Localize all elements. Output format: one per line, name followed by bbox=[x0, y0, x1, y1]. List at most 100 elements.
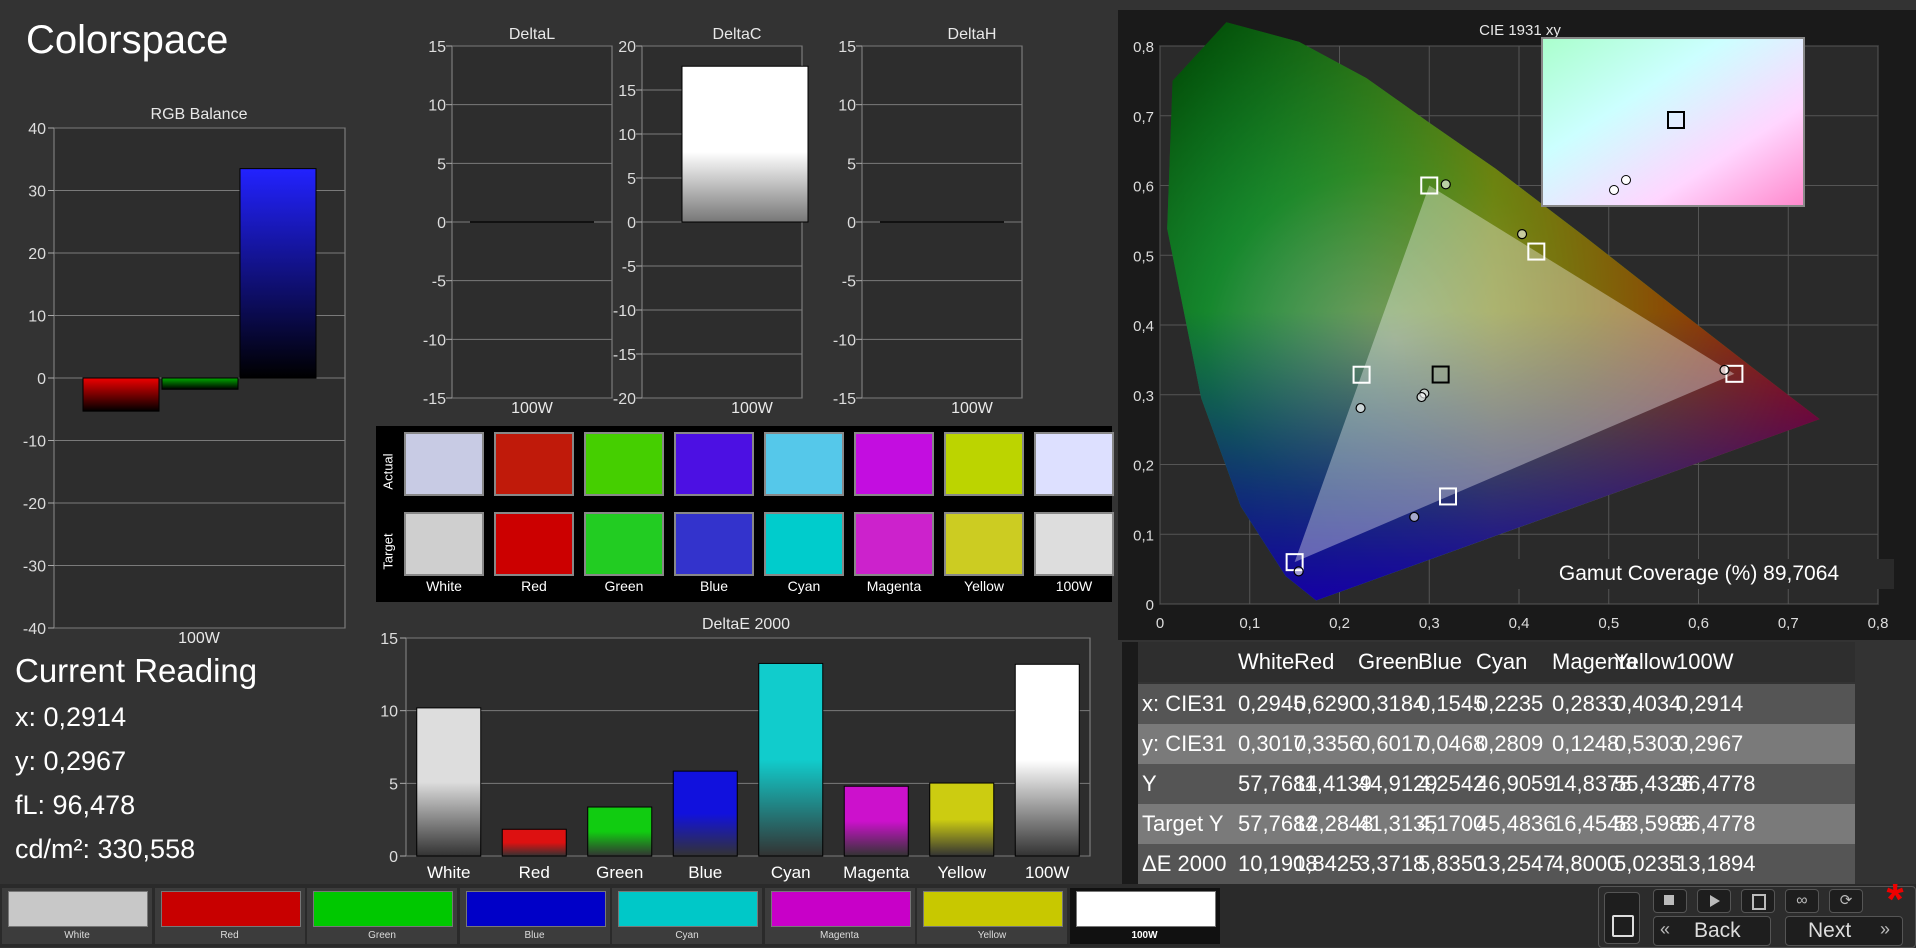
patch-tab-swatch bbox=[313, 891, 453, 927]
patch-tab-yellow[interactable]: Yellow bbox=[917, 888, 1067, 944]
table-row: ΔE 2000 10,1908 1,8425 3,3718 5,8350 13,2547 4… bbox=[1122, 844, 1855, 884]
row-label: x: CIE31 bbox=[1142, 691, 1227, 716]
next-button[interactable]: Next » bbox=[1785, 916, 1903, 946]
inset-actual-marker bbox=[1609, 185, 1619, 195]
delta-tick-label: 20 bbox=[618, 39, 636, 56]
swatch-label: White bbox=[426, 578, 462, 594]
play-button[interactable] bbox=[1697, 889, 1731, 913]
table-cell: 0,2833 bbox=[1552, 691, 1620, 716]
patch-tab-magenta[interactable]: Magenta bbox=[764, 888, 915, 944]
table-cell: 96,4778 bbox=[1676, 771, 1756, 796]
cie-x-tick-label: 0,1 bbox=[1239, 615, 1260, 632]
table-cell: 0,6290 bbox=[1294, 691, 1362, 716]
table-cell: 0,2809 bbox=[1476, 731, 1544, 756]
target-swatch bbox=[674, 512, 754, 576]
target-swatch bbox=[854, 512, 934, 576]
swatch-label: 100W bbox=[1055, 578, 1093, 594]
deltae-bar bbox=[587, 806, 653, 857]
cie-x-tick-label: 0,5 bbox=[1598, 615, 1619, 632]
table-cell: 3,3718 bbox=[1358, 851, 1426, 876]
deltae-tick-label: 15 bbox=[380, 631, 398, 648]
patch-tab-blue[interactable]: Blue bbox=[459, 888, 610, 944]
patch-tab-swatch bbox=[1075, 891, 1216, 927]
delta-tick-label: -5 bbox=[432, 274, 446, 291]
next-label: Next bbox=[1808, 919, 1852, 942]
deltae-bar bbox=[929, 782, 995, 857]
swatch-label: Yellow bbox=[964, 578, 1004, 594]
swatch-column: Red bbox=[494, 426, 576, 602]
back-button[interactable]: « Back bbox=[1653, 916, 1771, 946]
rgb-tick-label: -10 bbox=[23, 434, 46, 451]
inset-actual-marker bbox=[1621, 175, 1631, 185]
current-reading-heading: Current Reading bbox=[15, 652, 258, 689]
table-cell: 1,8425 bbox=[1294, 851, 1362, 876]
swatch-label: Green bbox=[604, 578, 644, 594]
rgb-tick-label: 0 bbox=[37, 371, 46, 388]
save-button[interactable] bbox=[1741, 889, 1775, 913]
loop-button[interactable]: ∞ bbox=[1785, 889, 1819, 913]
table-cell: 13,1894 bbox=[1676, 851, 1756, 876]
deltae-category-label: Cyan bbox=[771, 863, 811, 882]
row-label: Target Y bbox=[1142, 811, 1224, 836]
refresh-button[interactable]: ⟳ bbox=[1829, 889, 1863, 913]
actual-marker bbox=[1416, 391, 1427, 403]
asterisk-icon[interactable]: * bbox=[1878, 878, 1912, 922]
cie-y-tick-label: 0,8 bbox=[1133, 39, 1154, 56]
patch-tab-green[interactable]: Green bbox=[307, 888, 457, 944]
cie-inset bbox=[1541, 37, 1805, 207]
page-title: Colorspace bbox=[26, 18, 229, 62]
cie-y-tick-label: 0,3 bbox=[1133, 388, 1154, 405]
rgb-tick-label: 10 bbox=[28, 309, 46, 326]
delta-charts: 15 10 5 0 -5 -10 -15 20 15 10 5 0 -5 -10 -15 -20 15 10 5 0 -… bbox=[423, 39, 1023, 408]
rgb-tick-label: 40 bbox=[28, 121, 46, 138]
delta-tick-label: -10 bbox=[423, 332, 446, 349]
deltac-xlabel: 100W bbox=[731, 400, 773, 417]
delta-tick-label: 5 bbox=[847, 156, 856, 173]
patch-tab-100w[interactable]: 100W bbox=[1069, 888, 1220, 944]
gamut-coverage: Gamut Coverage (%) 89,7064 bbox=[1504, 559, 1894, 589]
patch-tab-white[interactable]: White bbox=[2, 888, 152, 944]
table-cell: 0,3356 bbox=[1294, 731, 1362, 756]
table-cell: 13,2547 bbox=[1476, 851, 1556, 876]
actual-swatch bbox=[404, 432, 484, 496]
swatch-column: Cyan bbox=[764, 426, 846, 602]
target-swatch bbox=[1034, 512, 1114, 576]
cie-x-tick-label: 0,7 bbox=[1778, 615, 1799, 632]
stop-toggle-button[interactable] bbox=[1604, 892, 1640, 944]
deltae-category-label: Red bbox=[519, 863, 550, 882]
swatch-label: Blue bbox=[699, 578, 729, 594]
patch-tab-swatch bbox=[8, 891, 148, 927]
infinity-icon: ∞ bbox=[1796, 892, 1808, 909]
patch-tab-swatch bbox=[923, 891, 1063, 927]
table-cell: 0,2235 bbox=[1476, 691, 1544, 716]
deltae-category-label: 100W bbox=[1025, 863, 1069, 882]
reading-fl: fL: 96,478 bbox=[15, 790, 136, 820]
patch-tab-cyan[interactable]: Cyan bbox=[612, 888, 762, 944]
cie-x-tick-label: 0,4 bbox=[1509, 615, 1530, 632]
deltae-bar bbox=[672, 770, 738, 857]
table-row: x: CIE31 0,2945 0,6290 0,3184 0,1545 0,2235 0,… bbox=[1122, 684, 1855, 724]
deltae-bar bbox=[843, 785, 909, 857]
swatch-column: Green bbox=[584, 426, 666, 602]
back-label: Back bbox=[1694, 919, 1741, 942]
rgb-balance-chart: 40 30 20 10 0 -10 -20 -30 -40 bbox=[23, 121, 346, 638]
cie-y-tick-label: 0,2 bbox=[1133, 458, 1154, 475]
actual-marker bbox=[1719, 364, 1730, 376]
target-swatch bbox=[944, 512, 1024, 576]
cie-y-tick-label: 0,5 bbox=[1133, 248, 1154, 265]
patch-tab-swatch bbox=[160, 891, 301, 927]
delta-tick-label: 5 bbox=[627, 171, 636, 188]
delta-tick-label: 10 bbox=[838, 98, 856, 115]
delta-tick-label: 5 bbox=[437, 156, 446, 173]
delta-tick-label: 10 bbox=[428, 98, 446, 115]
cie-y-tick-label: 0,6 bbox=[1133, 179, 1154, 196]
deltae-category-label: Yellow bbox=[937, 863, 986, 882]
patch-tab-red[interactable]: Red bbox=[154, 888, 305, 944]
target-swatch bbox=[584, 512, 664, 576]
swatch-label: Cyan bbox=[787, 578, 821, 594]
target-row-label: Target bbox=[380, 533, 396, 570]
stop-button[interactable] bbox=[1653, 889, 1687, 913]
rgb-tick-label: -40 bbox=[23, 621, 46, 638]
deltae-category-label: Blue bbox=[688, 863, 722, 882]
swatch-column: 100W bbox=[1034, 426, 1116, 602]
